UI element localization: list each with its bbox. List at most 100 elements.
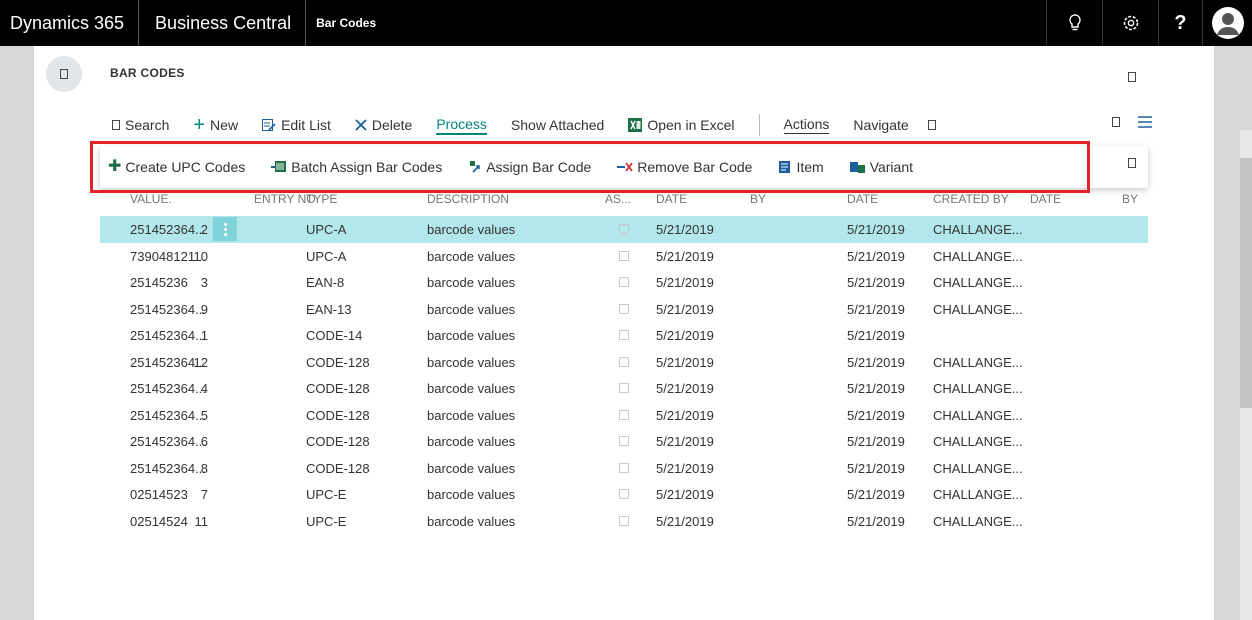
cell-checkbox bbox=[619, 330, 629, 340]
cell-value[interactable]: 02514523 bbox=[130, 487, 188, 502]
col-header-by-2[interactable]: BY bbox=[1122, 192, 1138, 206]
col-header-by[interactable]: BY bbox=[750, 192, 766, 206]
cell-value[interactable]: 02514524 bbox=[130, 514, 188, 529]
remove-bar-code-button[interactable]: Remove Bar Code bbox=[617, 159, 752, 175]
cell-description: barcode values bbox=[427, 460, 516, 476]
cell-value[interactable]: 251452364... bbox=[130, 434, 206, 449]
cell-value[interactable]: 251452364... bbox=[130, 222, 206, 237]
col-header-type[interactable]: TYPE bbox=[306, 192, 337, 206]
row-actions-button[interactable] bbox=[213, 217, 237, 241]
search-button[interactable]: Search bbox=[112, 117, 169, 133]
submenu-more-icon[interactable] bbox=[1128, 158, 1136, 168]
col-header-value[interactable]: VALUE. bbox=[130, 192, 172, 206]
batch-assign-bar-codes-button[interactable]: Batch Assign Bar Codes bbox=[271, 159, 442, 175]
table-row[interactable]: 02514524 11 UPC-E barcode values 5/21/20… bbox=[100, 508, 1148, 535]
item-label: Item bbox=[796, 159, 824, 175]
cell-date: 5/21/2019 bbox=[656, 301, 714, 317]
cell-type: CODE-14 bbox=[306, 328, 363, 343]
table-row[interactable]: 251452364... 5 CODE-128 barcode values 5… bbox=[100, 402, 1148, 429]
cell-value[interactable]: 251452364... bbox=[130, 408, 206, 423]
table-row[interactable]: 251452364... 12 CODE-128 barcode values … bbox=[100, 349, 1148, 376]
delete-icon bbox=[355, 119, 367, 131]
col-header-as[interactable]: AS... bbox=[605, 192, 631, 206]
table-row[interactable]: 251452364... 1 CODE-14 barcode values 5/… bbox=[100, 322, 1148, 349]
new-button[interactable]: + New bbox=[193, 115, 238, 135]
table-row[interactable]: 02514523 7 UPC-E barcode values 5/21/201… bbox=[100, 481, 1148, 508]
cell-type: CODE-128 bbox=[306, 434, 370, 449]
variant-button[interactable]: Variant bbox=[849, 159, 913, 175]
lightbulb-button[interactable] bbox=[1046, 0, 1102, 46]
cell-value[interactable]: 251452364... bbox=[130, 302, 206, 317]
app-name[interactable]: Dynamics 365 bbox=[0, 0, 140, 46]
cell-entry-no: 2 bbox=[200, 222, 208, 237]
page-menu-button[interactable] bbox=[46, 56, 82, 92]
edit-list-button[interactable]: Edit List bbox=[262, 117, 331, 133]
item-button[interactable]: Item bbox=[778, 159, 824, 175]
product-name[interactable]: Business Central bbox=[139, 0, 307, 46]
cell-value[interactable]: 251452364... bbox=[130, 381, 206, 396]
cell-date: 5/21/2019 bbox=[656, 354, 714, 370]
help-button[interactable]: ? bbox=[1158, 0, 1202, 46]
cell-entry-no: 8 bbox=[200, 460, 208, 476]
delete-label: Delete bbox=[371, 117, 413, 133]
gear-icon bbox=[1123, 15, 1138, 31]
topbar-actions: ? bbox=[1046, 0, 1252, 46]
cell-value[interactable]: 25145236 bbox=[130, 275, 188, 290]
cell-description: barcode values bbox=[427, 275, 516, 290]
col-header-created-by[interactable]: CREATED BY bbox=[933, 192, 1009, 206]
cell-type: CODE-128 bbox=[306, 407, 370, 423]
table-row[interactable]: 251452364... 6 CODE-128 barcode values 5… bbox=[100, 428, 1148, 455]
cell-value[interactable]: 251452364... bbox=[130, 461, 206, 476]
col-header-date-3[interactable]: DATE bbox=[1030, 192, 1061, 206]
settings-button[interactable] bbox=[1102, 0, 1158, 46]
cell-date-created: 5/21/2019 bbox=[847, 328, 905, 343]
assign-bar-code-button[interactable]: Assign Bar Code bbox=[468, 159, 591, 175]
table-row[interactable]: 25145236 3 EAN-8 barcode values 5/21/201… bbox=[100, 269, 1148, 296]
cell-description: barcode values bbox=[427, 381, 516, 396]
cell-checkbox bbox=[619, 436, 629, 446]
edit-list-label: Edit List bbox=[281, 117, 331, 133]
col-header-date[interactable]: DATE bbox=[656, 192, 687, 206]
cell-checkbox bbox=[619, 224, 629, 234]
cell-checkbox bbox=[619, 356, 629, 367]
process-label: Process bbox=[436, 115, 487, 132]
scrollbar-thumb[interactable] bbox=[1240, 158, 1252, 408]
list-view-icon[interactable] bbox=[1138, 116, 1152, 128]
open-in-excel-button[interactable]: Open in Excel bbox=[628, 117, 735, 133]
cell-created-by: CHALLANGE... bbox=[933, 275, 1023, 290]
cell-description: barcode values bbox=[427, 354, 516, 370]
table-row[interactable]: 251452364... 8 CODE-128 barcode values 5… bbox=[100, 455, 1148, 482]
tab-process[interactable]: Process bbox=[436, 116, 487, 135]
delete-button[interactable]: Delete bbox=[355, 117, 412, 133]
cell-created-by: CHALLANGE... bbox=[933, 354, 1023, 370]
cell-date: 5/21/2019 bbox=[656, 381, 714, 396]
create-upc-codes-button[interactable]: ✚ Create UPC Codes bbox=[108, 159, 245, 176]
cell-description: barcode values bbox=[427, 407, 516, 423]
factbox-toggle-icon[interactable] bbox=[1128, 72, 1136, 82]
show-attached-button[interactable]: Show Attached bbox=[511, 117, 604, 133]
cell-value[interactable]: 251452364... bbox=[130, 328, 206, 343]
table-row[interactable]: 739048121... 10 UPC-A barcode values 5/2… bbox=[100, 243, 1148, 270]
cell-type: UPC-A bbox=[306, 222, 347, 237]
cell-date: 5/21/2019 bbox=[656, 513, 714, 529]
cell-type: CODE-128 bbox=[306, 354, 370, 370]
cell-created-by: CHALLANGE... bbox=[933, 248, 1023, 264]
user-menu-button[interactable] bbox=[1202, 0, 1252, 46]
col-header-description[interactable]: DESCRIPTION bbox=[427, 192, 509, 206]
cell-checkbox bbox=[619, 409, 629, 420]
table-row[interactable]: 251452364... 9 EAN-13 barcode values 5/2… bbox=[100, 296, 1148, 323]
table-row[interactable]: 251452364... 4 CODE-128 barcode values 5… bbox=[100, 375, 1148, 402]
cell-entry-no: 6 bbox=[200, 434, 208, 449]
cell-checkbox bbox=[619, 489, 629, 499]
cell-created-by: CHALLANGE... bbox=[933, 487, 1023, 502]
table-row[interactable]: 251452364... 2 UPC-A barcode values 5/21… bbox=[100, 216, 1148, 243]
cell-date-created: 5/21/2019 bbox=[847, 381, 905, 396]
col-header-date-2[interactable]: DATE bbox=[847, 192, 878, 206]
cell-checkbox bbox=[619, 462, 629, 473]
cell-entry-no: 11 bbox=[194, 513, 209, 529]
tab-actions[interactable]: Actions bbox=[783, 116, 830, 134]
item-icon bbox=[779, 161, 791, 173]
tab-navigate[interactable]: Navigate bbox=[853, 117, 936, 133]
pin-icon[interactable] bbox=[1112, 117, 1120, 127]
cell-entry-no: 4 bbox=[200, 381, 208, 396]
